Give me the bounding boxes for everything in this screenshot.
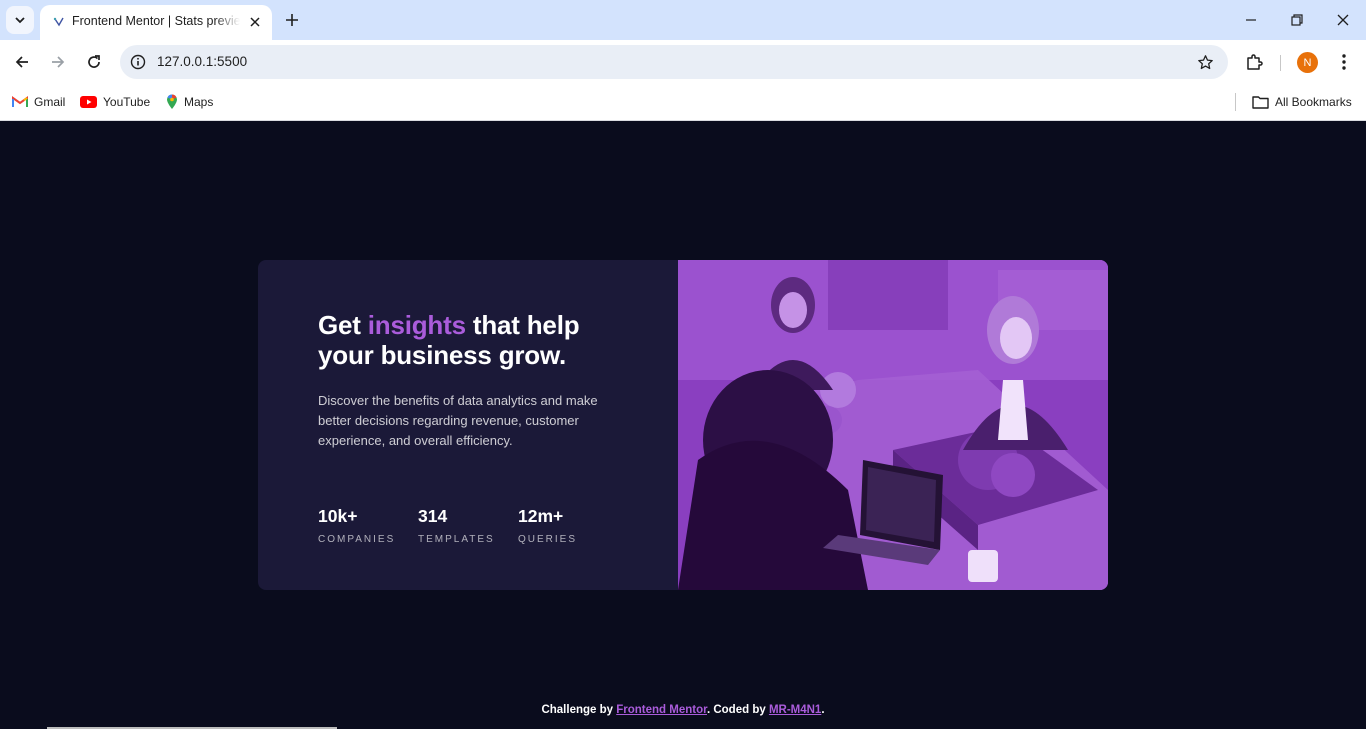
- restore-button[interactable]: [1285, 8, 1309, 32]
- minimize-button[interactable]: [1239, 8, 1263, 32]
- stat-label: COMPANIES: [318, 534, 396, 545]
- card-description: Discover the benefits of data analytics …: [318, 393, 598, 448]
- url-text[interactable]: 127.0.0.1:5500: [157, 54, 247, 69]
- frontend-mentor-favicon-icon: [53, 17, 64, 27]
- bookmark-label: Gmail: [34, 95, 66, 109]
- reload-icon: [88, 55, 100, 68]
- arrow-right-icon: [52, 56, 65, 68]
- office-meeting-illustration: [678, 260, 1108, 590]
- close-window-button[interactable]: [1331, 8, 1355, 32]
- forward-button[interactable]: [44, 48, 72, 76]
- all-bookmarks-label: All Bookmarks: [1275, 95, 1352, 109]
- browser-tab[interactable]: Frontend Mentor | Stats preview card com…: [40, 5, 272, 40]
- close-icon: [250, 17, 260, 27]
- profile-avatar[interactable]: N: [1297, 52, 1318, 73]
- card-content: Get insights that help your business gro…: [258, 260, 678, 590]
- tab-search-button[interactable]: [6, 6, 34, 34]
- bookmark-maps[interactable]: Maps: [166, 92, 213, 112]
- bookmarks-divider: [1235, 93, 1236, 111]
- heading-text-start: Get: [318, 310, 368, 340]
- folder-icon: [1252, 96, 1269, 109]
- bookmark-label: Maps: [184, 95, 214, 109]
- tab-close-button[interactable]: [246, 13, 264, 31]
- card-heading: Get insights that help your business gro…: [318, 310, 638, 370]
- stat-value: 314: [418, 506, 448, 526]
- close-icon: [1337, 14, 1349, 26]
- toolbar-divider: [1280, 55, 1281, 71]
- stat-label: TEMPLATES: [418, 534, 495, 545]
- attribution-suffix: .: [821, 704, 825, 716]
- arrow-left-icon: [15, 56, 28, 68]
- attribution-prefix: Challenge by: [541, 704, 617, 716]
- stat-companies: 10k+ COMPANIES: [318, 505, 418, 545]
- stat-value: 12m+: [518, 506, 564, 526]
- bookmarks-bar: Gmail YouTube Maps All Bookmarks: [0, 85, 1366, 121]
- attribution: Challenge by Frontend Mentor. Coded by M…: [0, 704, 1366, 716]
- gmail-icon: [12, 96, 28, 107]
- browser-menu-button[interactable]: [1332, 50, 1356, 74]
- header-image: [678, 260, 1108, 590]
- minimize-icon: [1246, 19, 1256, 21]
- bookmark-star-icon[interactable]: [1194, 51, 1216, 73]
- page-viewport: Get insights that help your business gro…: [0, 121, 1366, 729]
- tab-strip: Frontend Mentor | Stats preview card com…: [0, 0, 1366, 40]
- stats-list: 10k+ COMPANIES 314 TEMPLATES 12m+ QUERIE…: [318, 505, 618, 545]
- stat-label: QUERIES: [518, 534, 578, 545]
- bookmark-gmail[interactable]: Gmail: [12, 92, 65, 112]
- puzzle-icon: [1247, 54, 1263, 70]
- stats-preview-card: Get insights that help your business gro…: [258, 260, 1108, 590]
- address-bar[interactable]: 127.0.0.1:5500: [120, 45, 1228, 79]
- bookmark-label: YouTube: [103, 95, 151, 109]
- stat-templates: 314 TEMPLATES: [418, 505, 518, 545]
- tab-title: Frontend Mentor | Stats preview card com…: [72, 14, 240, 28]
- restore-icon: [1291, 14, 1303, 26]
- plus-icon: [286, 14, 298, 26]
- attribution-middle: . Coded by: [706, 704, 769, 716]
- youtube-icon: [80, 96, 97, 108]
- bookmark-youtube[interactable]: YouTube: [80, 92, 150, 112]
- all-bookmarks-button[interactable]: All Bookmarks: [1252, 92, 1352, 112]
- heading-accent: insights: [367, 310, 466, 340]
- frontend-mentor-link[interactable]: Frontend Mentor: [616, 704, 707, 716]
- author-link[interactable]: MR-M4N1: [769, 704, 821, 716]
- reload-button[interactable]: [80, 48, 108, 76]
- more-vertical-icon: [1342, 54, 1346, 70]
- chevron-down-icon: [15, 17, 25, 24]
- stat-value: 10k+: [318, 506, 358, 526]
- site-info-icon[interactable]: [128, 52, 148, 72]
- maps-icon: [167, 94, 177, 109]
- new-tab-button[interactable]: [280, 8, 304, 32]
- extensions-button[interactable]: [1242, 50, 1266, 74]
- stat-queries: 12m+ QUERIES: [518, 505, 618, 545]
- browser-toolbar: 127.0.0.1:5500 N: [0, 40, 1366, 85]
- back-button[interactable]: [8, 48, 36, 76]
